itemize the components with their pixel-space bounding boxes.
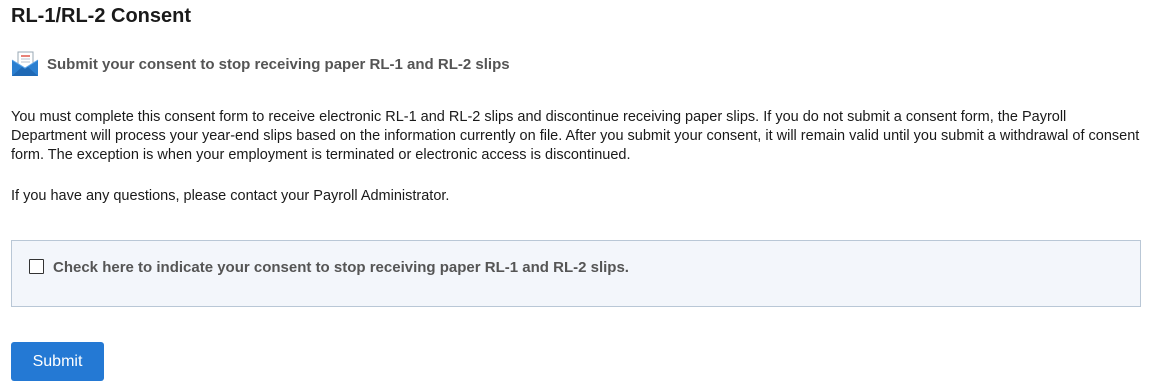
- consent-page: RL-1/RL-2 Consent Submit your consent to…: [0, 0, 1150, 389]
- consent-panel: Check here to indicate your consent to s…: [11, 240, 1141, 307]
- page-title: RL-1/RL-2 Consent: [11, 5, 191, 27]
- subheader-text: Submit your consent to stop receiving pa…: [47, 55, 510, 73]
- submit-button[interactable]: Submit: [11, 342, 104, 381]
- envelope-document-icon: [11, 50, 39, 78]
- instructions-paragraph: You must complete this consent form to r…: [11, 109, 1140, 163]
- consent-checkbox-label[interactable]: Check here to indicate your consent to s…: [53, 259, 629, 276]
- consent-checkbox[interactable]: [29, 259, 44, 274]
- subheader: Submit your consent to stop receiving pa…: [11, 50, 510, 78]
- contact-paragraph: If you have any questions, please contac…: [11, 188, 450, 204]
